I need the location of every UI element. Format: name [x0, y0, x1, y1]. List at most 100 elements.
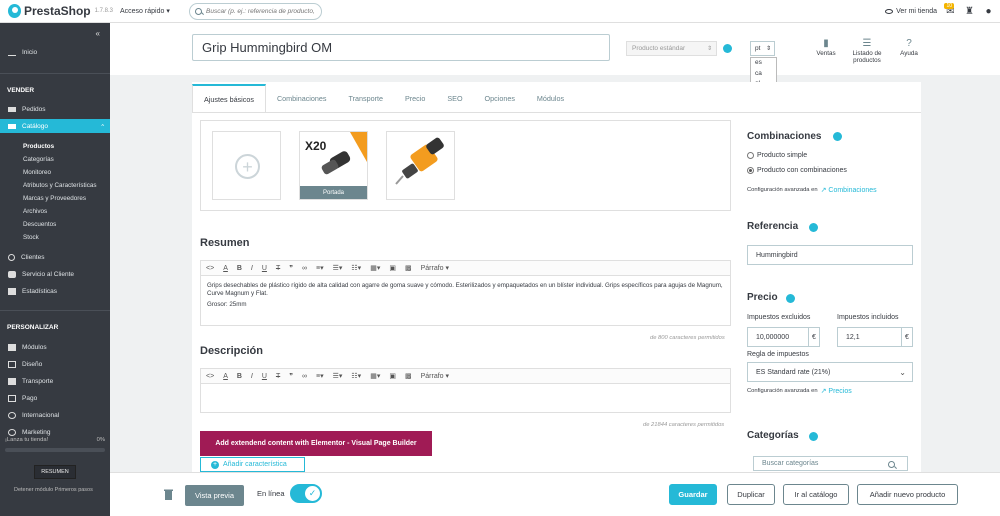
- tab-price[interactable]: Precio: [394, 84, 436, 113]
- help-icon[interactable]: [723, 44, 732, 53]
- sales-button[interactable]: ▮ Ventas: [812, 38, 840, 57]
- product-type-select[interactable]: Producto estándar ⇕: [626, 41, 717, 56]
- tab-shipping[interactable]: Transporte: [337, 84, 394, 113]
- italic-icon[interactable]: I: [251, 265, 253, 272]
- align-icon[interactable]: ≡▾: [316, 264, 324, 272]
- strikethrough-icon[interactable]: T: [276, 373, 280, 380]
- description-editor[interactable]: [200, 383, 731, 413]
- help-icon[interactable]: [786, 294, 795, 303]
- product-list-button[interactable]: ☰ Listado de productos: [846, 38, 888, 64]
- sidebar-sub-stock[interactable]: Stock: [23, 234, 39, 241]
- bullet-list-icon[interactable]: ☰▾: [333, 264, 343, 272]
- combinations-link[interactable]: ↗ Combinaciones: [821, 186, 877, 194]
- tax-rule-select[interactable]: ES Standard rate (21%) ⌄: [747, 362, 913, 382]
- text-color-icon[interactable]: A: [223, 265, 228, 272]
- view-store-link[interactable]: Ver mi tienda: [885, 8, 937, 15]
- add-image-dropzone[interactable]: +: [212, 131, 281, 200]
- code-icon[interactable]: <>: [206, 265, 214, 272]
- strikethrough-icon[interactable]: T: [276, 265, 280, 272]
- sidebar-item-customer-service[interactable]: Servicio al Cliente: [8, 271, 74, 278]
- save-button[interactable]: Guardar: [669, 484, 717, 505]
- help-icon[interactable]: [809, 223, 818, 232]
- sidebar-sub-monitoring[interactable]: Monitoreo: [23, 169, 51, 176]
- prestashop-logo[interactable]: PrestaShop 1.7.8.3: [8, 4, 113, 18]
- sidebar-sub-products[interactable]: Productos: [23, 143, 54, 150]
- go-to-catalog-button[interactable]: Ir al catálogo: [783, 484, 849, 505]
- quick-access-dropdown[interactable]: Acceso rápido ▾: [120, 7, 190, 15]
- table-icon[interactable]: ▦▾: [370, 372, 380, 380]
- numbered-list-icon[interactable]: ☷▾: [351, 372, 361, 380]
- summary-editor[interactable]: Grips desechables de plástico rígido de …: [200, 275, 731, 326]
- product-image-cover[interactable]: X20 Portada: [299, 131, 368, 200]
- help-button[interactable]: ? Ayuda: [896, 38, 922, 57]
- sidebar-item-customers[interactable]: Clientes: [8, 254, 44, 261]
- prices-link[interactable]: ↗ Precios: [821, 387, 852, 395]
- code-icon[interactable]: <>: [206, 373, 214, 380]
- product-image[interactable]: [386, 131, 455, 200]
- trash-icon[interactable]: [164, 489, 173, 500]
- tab-combinations[interactable]: Combinaciones: [266, 84, 338, 113]
- add-new-product-button[interactable]: Añadir nuevo producto: [857, 484, 958, 505]
- resume-button[interactable]: RESUMEN: [34, 465, 76, 479]
- sidebar-item-modules[interactable]: Módulos: [8, 344, 47, 351]
- sidebar-item-marketing[interactable]: Marketing: [8, 429, 51, 436]
- sidebar-sub-discounts[interactable]: Descuentos: [23, 221, 56, 228]
- table-icon[interactable]: ▦▾: [370, 264, 380, 272]
- search-input[interactable]: [206, 7, 316, 15]
- numbered-list-icon[interactable]: ☷▾: [351, 264, 361, 272]
- quote-icon[interactable]: ❞: [289, 372, 293, 380]
- add-feature-button[interactable]: + Añadir característica: [200, 457, 305, 472]
- bold-icon[interactable]: B: [237, 265, 242, 272]
- bold-icon[interactable]: B: [237, 373, 242, 380]
- sidebar-sub-brands[interactable]: Marcas y Proveedores: [23, 195, 86, 202]
- sidebar-item-stats[interactable]: Estadísticas: [8, 288, 57, 295]
- collapse-sidebar-icon[interactable]: «: [96, 29, 100, 38]
- help-icon[interactable]: [833, 132, 842, 141]
- underline-icon[interactable]: U: [262, 265, 267, 272]
- sidebar-item-home[interactable]: Inicio: [8, 49, 37, 56]
- language-option[interactable]: ca: [751, 69, 776, 80]
- image-icon[interactable]: ▣: [389, 264, 396, 272]
- sidebar-sub-attributes[interactable]: Atributos y Características: [23, 182, 97, 189]
- sidebar-item-international[interactable]: Internacional: [8, 412, 59, 419]
- link-icon[interactable]: ∞: [302, 373, 307, 380]
- tab-seo[interactable]: SEO: [436, 84, 473, 113]
- reference-input[interactable]: Hummingbird: [747, 245, 913, 265]
- language-option[interactable]: es: [751, 58, 776, 69]
- sidebar-item-catalog[interactable]: Catálogo ⌃: [8, 123, 105, 131]
- trophy-icon[interactable]: ♜: [964, 6, 975, 17]
- sidebar-item-shipping[interactable]: Transporte: [8, 378, 53, 385]
- text-color-icon[interactable]: A: [223, 373, 228, 380]
- online-toggle[interactable]: ✓: [290, 484, 322, 503]
- user-avatar-icon[interactable]: ●: [983, 6, 994, 17]
- italic-icon[interactable]: I: [251, 373, 253, 380]
- image-icon[interactable]: ▣: [389, 372, 396, 380]
- sidebar-sub-categories[interactable]: Categorías: [23, 156, 54, 163]
- format-select[interactable]: Párrafo ▾: [421, 264, 449, 272]
- align-icon[interactable]: ≡▾: [316, 372, 324, 380]
- radio-product-combinations[interactable]: Producto con combinaciones: [747, 167, 847, 174]
- sidebar-item-design[interactable]: Diseño: [8, 361, 42, 368]
- preview-button[interactable]: Vista previa: [185, 485, 244, 506]
- sidebar-item-orders[interactable]: Pedidos: [8, 106, 46, 113]
- link-icon[interactable]: ∞: [302, 265, 307, 272]
- tab-options[interactable]: Opciones: [474, 84, 526, 113]
- media-icon[interactable]: ▩: [405, 372, 412, 380]
- stop-onboarding-link[interactable]: Detener módulo Primeros pasos: [14, 487, 93, 493]
- bullet-list-icon[interactable]: ☰▾: [333, 372, 343, 380]
- sidebar-item-payment[interactable]: Pago: [8, 395, 37, 402]
- quote-icon[interactable]: ❞: [289, 264, 293, 272]
- underline-icon[interactable]: U: [262, 373, 267, 380]
- product-name-input[interactable]: Grip Hummingbird OM: [192, 34, 610, 61]
- sidebar-sub-files[interactable]: Archivos: [23, 208, 47, 215]
- categories-search-input[interactable]: Buscar categorías: [753, 456, 908, 471]
- format-select[interactable]: Párrafo ▾: [421, 372, 449, 380]
- media-icon[interactable]: ▩: [405, 264, 412, 272]
- language-select[interactable]: pt ⇕: [750, 41, 775, 56]
- help-icon[interactable]: [809, 432, 818, 441]
- search-bar[interactable]: [189, 2, 322, 20]
- radio-simple-product[interactable]: Producto simple: [747, 152, 807, 159]
- tab-basic-settings[interactable]: Ajustes básicos: [192, 84, 266, 113]
- price-tax-excluded-input[interactable]: 10,000000 €: [747, 327, 820, 347]
- price-tax-included-input[interactable]: 12,1 €: [837, 327, 913, 347]
